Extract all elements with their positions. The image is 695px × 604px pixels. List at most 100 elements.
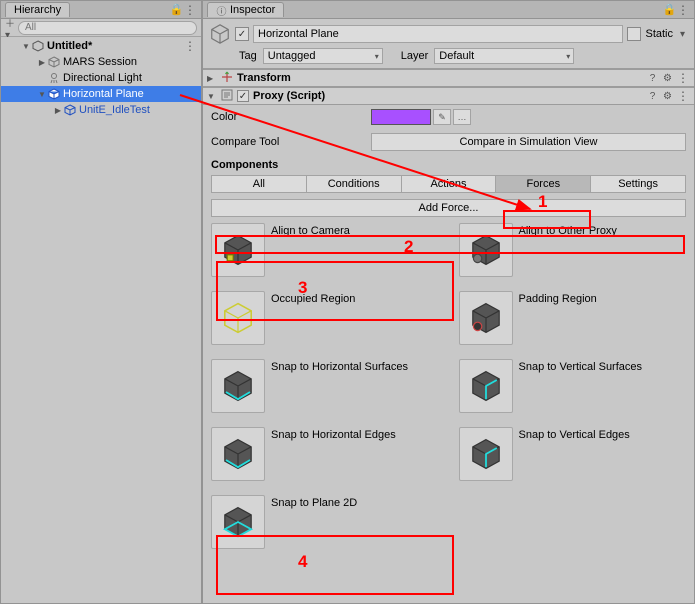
inspector-tab-label: Inspector	[230, 4, 275, 16]
transform-component-header[interactable]: ▶ Transform ? ⚙ ⋮	[203, 69, 694, 87]
force-label: Snap to Plane 2D	[271, 495, 357, 509]
foldout-icon[interactable]: ▶	[207, 74, 217, 83]
force-label: Snap to Vertical Surfaces	[519, 359, 643, 373]
gameobject-name-input[interactable]	[253, 25, 623, 43]
lock-icon[interactable]: 🔒	[664, 4, 675, 15]
force-label: Snap to Horizontal Edges	[271, 427, 396, 441]
inspector-tab[interactable]: ⓘ Inspector	[207, 2, 284, 17]
proxy-component-header[interactable]: ▼ Proxy (Script) ? ⚙ ⋮	[203, 87, 694, 105]
preset-icon[interactable]: ⚙	[662, 73, 673, 84]
gameobject-cube-icon	[209, 23, 231, 45]
force-item[interactable]: Padding Region	[459, 291, 687, 351]
hierarchy-item-label: MARS Session	[63, 56, 137, 68]
component-menu-icon[interactable]: ⋮	[677, 89, 690, 103]
component-tabs: AllConditionsActionsForcesSettings	[211, 175, 686, 193]
layer-dropdown[interactable]: Default	[434, 48, 574, 64]
force-thumbnail-icon	[459, 359, 513, 413]
component-tab-conditions[interactable]: Conditions	[306, 175, 401, 193]
force-label: Occupied Region	[271, 291, 355, 305]
layer-label: Layer	[401, 50, 429, 62]
eyedropper-icon[interactable]: ✎	[433, 109, 451, 125]
gameobject-header: Static ▾ Tag Untagged Layer Default	[203, 19, 694, 69]
cube-icon	[47, 87, 61, 101]
force-thumbnail-icon	[459, 291, 513, 345]
hierarchy-item[interactable]: Directional Light	[1, 70, 201, 86]
component-menu-icon[interactable]: ⋮	[677, 71, 690, 85]
hierarchy-menu-icon[interactable]: ⋮	[184, 3, 197, 17]
hierarchy-item[interactable]: ▼ Horizontal Plane	[1, 86, 201, 102]
hierarchy-item[interactable]: ▶ UnitE_IdleTest	[1, 102, 201, 118]
foldout-icon[interactable]: ▼	[37, 90, 47, 99]
force-item[interactable]: Align to Camera	[211, 223, 439, 283]
cube-icon	[63, 103, 77, 117]
scene-menu-icon[interactable]: ⋮	[184, 39, 197, 53]
force-item[interactable]: Snap to Horizontal Surfaces	[211, 359, 439, 419]
inspector-panel: ⓘ Inspector 🔒 ⋮ Static ▾ Tag Untagged La…	[202, 0, 695, 604]
hierarchy-item-label: UnitE_IdleTest	[79, 104, 150, 116]
compare-label: Compare Tool	[211, 136, 371, 148]
foldout-icon[interactable]: ▶	[37, 58, 47, 67]
inspector-info-icon: ⓘ	[216, 5, 227, 16]
components-label: Components	[211, 159, 686, 171]
script-icon	[221, 89, 233, 104]
force-thumbnail-icon	[211, 359, 265, 413]
foldout-icon[interactable]: ▶	[53, 106, 63, 115]
proxy-enabled-checkbox[interactable]	[237, 90, 249, 102]
force-thumbnail-icon	[211, 291, 265, 345]
force-grid: Align to Camera Align to Other Proxy Occup…	[211, 223, 686, 555]
proxy-body: Color ✎ … Compare Tool Compare in Simula…	[203, 105, 694, 559]
tag-dropdown[interactable]: Untagged	[263, 48, 383, 64]
force-item[interactable]: Occupied Region	[211, 291, 439, 351]
scene-name: Untitled*	[47, 40, 92, 52]
force-item[interactable]: Snap to Horizontal Edges	[211, 427, 439, 487]
force-thumbnail-icon	[211, 223, 265, 277]
force-thumbnail-icon	[459, 427, 513, 481]
add-force-button[interactable]: Add Force...	[211, 199, 686, 217]
hierarchy-search-input[interactable]	[18, 21, 197, 35]
inspector-menu-icon[interactable]: ⋮	[677, 3, 690, 17]
lock-icon[interactable]: 🔒	[171, 4, 182, 15]
inspector-header: ⓘ Inspector 🔒 ⋮	[203, 1, 694, 19]
force-label: Align to Camera	[271, 223, 350, 237]
gameobject-enabled-checkbox[interactable]	[235, 27, 249, 41]
force-item[interactable]: Snap to Plane 2D	[211, 495, 439, 555]
tag-label: Tag	[239, 50, 257, 62]
force-item[interactable]: Snap to Vertical Surfaces	[459, 359, 687, 419]
create-icon[interactable]: ＋▾	[5, 22, 16, 33]
help-icon[interactable]: ?	[647, 73, 658, 84]
hierarchy-panel: Hierarchy 🔒 ⋮ ＋▾ ▼ Untitled* ⋮ ▶ MARS Ses…	[0, 0, 202, 604]
scene-row[interactable]: ▼ Untitled* ⋮	[1, 38, 201, 54]
help-icon[interactable]: ?	[647, 91, 658, 102]
proxy-title: Proxy (Script)	[253, 90, 643, 102]
foldout-icon[interactable]: ▼	[207, 92, 217, 101]
force-label: Snap to Horizontal Surfaces	[271, 359, 408, 373]
static-label: Static	[645, 28, 673, 40]
light-icon	[47, 71, 61, 85]
force-label: Padding Region	[519, 291, 597, 305]
component-tab-settings[interactable]: Settings	[590, 175, 686, 193]
compare-button[interactable]: Compare in Simulation View	[371, 133, 686, 151]
static-checkbox[interactable]	[627, 27, 641, 41]
hierarchy-item[interactable]: ▶ MARS Session	[1, 54, 201, 70]
component-tab-actions[interactable]: Actions	[401, 175, 496, 193]
hierarchy-toolbar: ＋▾	[1, 19, 201, 37]
force-item[interactable]: Align to Other Proxy	[459, 223, 687, 283]
color-more-button[interactable]: …	[453, 109, 471, 125]
color-label: Color	[211, 111, 371, 123]
component-tab-all[interactable]: All	[211, 175, 306, 193]
force-item[interactable]: Snap to Vertical Edges	[459, 427, 687, 487]
static-dropdown-icon[interactable]: ▾	[677, 29, 688, 40]
hierarchy-item-label: Directional Light	[63, 72, 142, 84]
hierarchy-item-label: Horizontal Plane	[63, 88, 144, 100]
hierarchy-tree: ▼ Untitled* ⋮ ▶ MARS Session Directional L…	[1, 37, 201, 603]
force-label: Snap to Vertical Edges	[519, 427, 630, 441]
component-tab-forces[interactable]: Forces	[495, 175, 590, 193]
preset-icon[interactable]: ⚙	[662, 91, 673, 102]
force-thumbnail-icon	[211, 495, 265, 549]
hierarchy-header: Hierarchy 🔒 ⋮	[1, 1, 201, 19]
transform-icon	[221, 71, 233, 86]
force-thumbnail-icon	[459, 223, 513, 277]
cube-icon	[47, 55, 61, 69]
color-swatch[interactable]	[371, 109, 431, 125]
foldout-icon[interactable]: ▼	[21, 42, 31, 51]
